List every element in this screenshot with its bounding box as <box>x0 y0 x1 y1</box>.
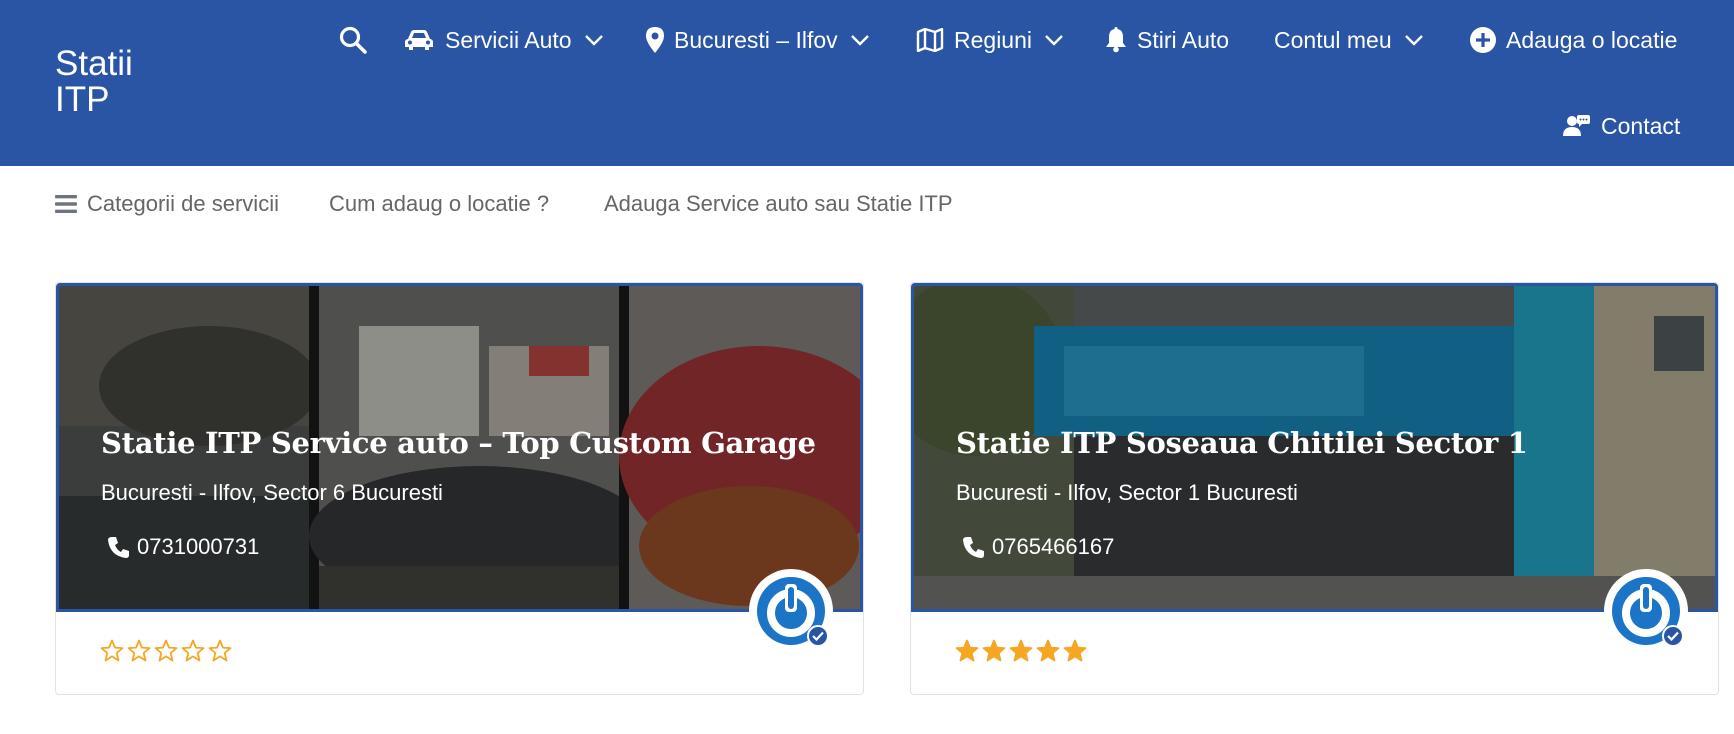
nav-bucuresti-ilfov[interactable]: Bucuresti – Ilfov <box>646 18 870 62</box>
listing-phone[interactable]: 0731000731 <box>107 534 259 560</box>
star-filled-icon <box>982 639 1006 662</box>
nav-stiri-label: Stiri Auto <box>1137 26 1230 53</box>
star-empty-icon <box>208 639 232 662</box>
nav-bucuresti-label: Bucuresti – Ilfov <box>674 26 838 53</box>
star-filled-icon <box>955 639 979 662</box>
verified-badge <box>749 569 833 653</box>
listing-phone-number: 0765466167 <box>992 534 1115 559</box>
search-icon <box>338 25 368 55</box>
search-button[interactable] <box>338 18 378 62</box>
chevron-down-icon <box>1404 34 1424 46</box>
check-icon <box>807 625 829 647</box>
listing-title[interactable]: Statie ITP Soseaua Chitilei Sector 1 <box>956 426 1528 460</box>
nav-contul-label: Contul meu <box>1274 26 1392 53</box>
listing-image: Statie ITP Soseaua Chitilei Sector 1 Buc… <box>911 283 1718 612</box>
subnav-adauga-service[interactable]: Adauga Service auto sau Statie ITP <box>604 191 953 217</box>
nav-regiuni-label: Regiuni <box>954 26 1032 53</box>
nav-contul-meu[interactable]: Contul meu <box>1274 18 1424 62</box>
site-header: Statii ITP Servicii Auto Bucuresti – Ilf… <box>0 0 1734 166</box>
star-empty-icon <box>154 639 178 662</box>
map-pin-icon <box>646 27 664 53</box>
nav-regiuni[interactable]: Regiuni <box>916 18 1064 62</box>
phone-icon <box>107 535 131 559</box>
listing-title[interactable]: Statie ITP Service auto – Top Custom Gar… <box>101 426 816 460</box>
star-filled-icon <box>1036 639 1060 662</box>
star-filled-icon <box>1009 639 1033 662</box>
chevron-down-icon <box>850 34 870 46</box>
listing-location: Bucuresti - Ilfov, Sector 6 Bucuresti <box>101 480 443 505</box>
listing-image: Statie ITP Service auto – Top Custom Gar… <box>56 283 863 612</box>
star-filled-icon <box>1063 639 1087 662</box>
nav-contact-label: Contact <box>1601 112 1681 139</box>
subnav-adauga-label: Adauga Service auto sau Statie ITP <box>604 191 953 216</box>
listing-card[interactable]: Statie ITP Soseaua Chitilei Sector 1 Buc… <box>910 282 1719 695</box>
subnav-categorii-label: Categorii de servicii <box>87 191 279 216</box>
nav-servicii-label: Servicii Auto <box>445 26 572 53</box>
nav-adauga-label: Adauga o locatie <box>1506 26 1678 53</box>
map-icon <box>916 28 944 52</box>
star-empty-icon <box>181 639 205 662</box>
listing-card[interactable]: Statie ITP Service auto – Top Custom Gar… <box>55 282 864 695</box>
logo-line-2: ITP <box>55 80 110 119</box>
phone-icon <box>962 535 986 559</box>
star-empty-icon <box>100 639 124 662</box>
nav-adauga-locatie[interactable]: Adauga o locatie <box>1470 18 1677 62</box>
verified-badge <box>1604 569 1688 653</box>
listing-phone[interactable]: 0765466167 <box>962 534 1114 560</box>
menu-icon <box>55 194 77 214</box>
subnav-categorii[interactable]: Categorii de servicii <box>55 191 279 217</box>
plus-circle-icon <box>1470 27 1496 53</box>
listing-phone-number: 0731000731 <box>137 534 260 559</box>
star-rating <box>955 639 1087 663</box>
nav-servicii-auto[interactable]: Servicii Auto <box>403 18 604 62</box>
bell-icon <box>1105 27 1127 53</box>
contact-icon <box>1563 114 1591 138</box>
star-empty-icon <box>127 639 151 662</box>
nav-contact[interactable]: Contact <box>1563 104 1680 148</box>
car-icon <box>403 28 435 52</box>
check-icon <box>1662 625 1684 647</box>
subnav-cum-label: Cum adaug o locatie ? <box>329 191 550 216</box>
chevron-down-icon <box>1044 34 1064 46</box>
site-logo[interactable]: Statii ITP <box>55 46 175 118</box>
star-rating <box>100 639 232 663</box>
subnav-cum-adaug[interactable]: Cum adaug o locatie ? <box>329 191 549 217</box>
nav-stiri-auto[interactable]: Stiri Auto <box>1105 18 1229 62</box>
listing-location: Bucuresti - Ilfov, Sector 1 Bucuresti <box>956 480 1298 505</box>
logo-line-1: Statii <box>55 44 133 83</box>
chevron-down-icon <box>584 34 604 46</box>
